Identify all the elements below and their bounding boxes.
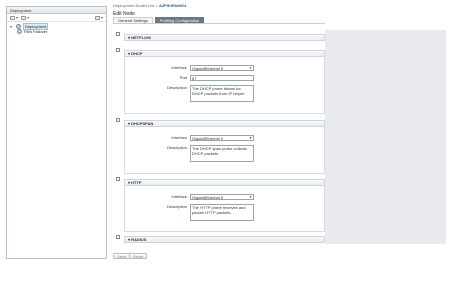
dhcp-port-input[interactable]: 67 — [190, 75, 254, 81]
breadcrumb: Deployment Nodes List > A2PIKIPAN001 — [113, 3, 187, 8]
radius-checkbox[interactable] — [116, 235, 120, 239]
section-title: RADIUS — [131, 237, 147, 242]
http-interface-select[interactable]: GigabitEthernet 0 ▼ — [190, 194, 254, 200]
section-title: DHCPSPAN — [131, 121, 154, 126]
description-label: Description — [166, 85, 187, 90]
save-button[interactable]: Save — [113, 253, 131, 259]
description-label: Description — [166, 204, 187, 209]
section-title: HTTP — [131, 180, 142, 185]
section-title: NETFLOW — [131, 35, 151, 40]
list-icon — [10, 15, 15, 20]
netflow-checkbox[interactable] — [116, 32, 120, 36]
interface-label: Interface — [171, 65, 187, 70]
breadcrumb-link[interactable]: Deployment Nodes List > — [113, 3, 158, 8]
tree-item-label: PAN Failover — [24, 29, 48, 34]
dhcpspan-interface-select[interactable]: GigabitEthernet 0 ▼ — [190, 135, 254, 141]
section-title: DHCP — [131, 51, 143, 56]
dhcp-section-body: Interface GigabitEthernet 0 ▼ Port 67 Des… — [124, 57, 325, 114]
dhcp-description-textarea[interactable]: The DHCP probe listens for DHCP packets … — [190, 85, 254, 102]
dhcpspan-checkbox[interactable] — [116, 118, 120, 122]
panel-title: Deployment — [7, 7, 106, 14]
select-value: GigabitEthernet 0 — [192, 66, 224, 71]
tab-divider — [113, 23, 325, 24]
select-value: GigabitEthernet 0 — [192, 195, 224, 200]
chevron-down-icon: ▾ — [16, 15, 19, 20]
settings-button[interactable]: ▾ — [94, 15, 103, 20]
reset-button[interactable]: Reset — [129, 253, 148, 259]
dhcpspan-description-textarea[interactable]: The DHCP span probe collects DHCP packet… — [190, 145, 254, 162]
dhcp-interface-select[interactable]: GigabitEthernet 0 ▼ — [190, 65, 254, 71]
dhcpspan-section-body: Interface GigabitEthernet 0 ▼ Description… — [124, 127, 325, 174]
chevron-down-icon: ▾ — [100, 15, 103, 20]
empty-area — [325, 30, 446, 244]
panel-toolbar: ▾ ▾ ▾ — [7, 14, 106, 22]
gear-icon — [17, 29, 22, 34]
dhcpspan-section-header[interactable]: ▾ DHCPSPAN — [124, 120, 325, 127]
radius-section-header[interactable]: ▾ RADIUS — [124, 236, 325, 243]
profiling-content[interactable]: ▾ NETFLOW ▾ DHCP Interface GigabitEthern… — [113, 30, 325, 244]
http-checkbox[interactable] — [116, 177, 120, 181]
http-description-textarea[interactable]: The HTTP probe receives and parses HTTP … — [190, 204, 254, 221]
tree-view-button[interactable]: ▾ — [21, 15, 29, 20]
deployment-tree: ▾ Deployment PAN Failover — [7, 22, 106, 36]
interface-label: Interface — [171, 135, 187, 140]
chevron-down-icon: ▼ — [249, 195, 252, 199]
description-label: Description — [166, 145, 187, 150]
select-value: GigabitEthernet 0 — [192, 136, 224, 141]
list-view-button[interactable]: ▾ — [10, 15, 18, 20]
gear-menu-icon — [94, 15, 100, 20]
chevron-down-icon: ▼ — [249, 136, 252, 140]
deployment-panel: Deployment ▾ ▾ ▾ ▾ Deployment PAN Failov… — [6, 6, 107, 259]
dhcp-section-header[interactable]: ▾ DHCP — [124, 50, 325, 57]
chevron-down-icon: ▾ — [27, 15, 30, 20]
interface-label: Interface — [171, 194, 187, 199]
http-section-header[interactable]: ▾ HTTP — [124, 179, 325, 186]
tree-icon — [21, 15, 27, 20]
chevron-down-icon: ▼ — [249, 66, 252, 70]
collapse-icon[interactable]: ▾ — [10, 24, 14, 29]
tree-item-pan-failover[interactable]: PAN Failover — [10, 29, 103, 34]
port-label: Port — [179, 75, 187, 80]
http-section-body: Interface GigabitEthernet 0 ▼ Description… — [124, 186, 325, 232]
dhcp-checkbox[interactable] — [116, 48, 120, 52]
breadcrumb-current: A2PIKIPAN001 — [158, 3, 187, 8]
netflow-section-header[interactable]: ▾ NETFLOW — [124, 34, 325, 41]
